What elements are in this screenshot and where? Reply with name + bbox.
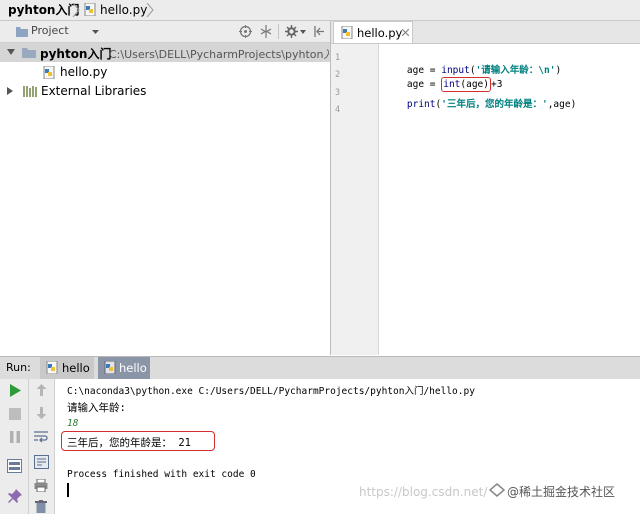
run-toolbar-secondary — [29, 379, 55, 514]
editor-tab-label: hello.py — [357, 26, 403, 40]
run-tab-1[interactable]: hello — [40, 357, 94, 379]
console-output-result: 三年后，您的年龄是： 21 — [67, 437, 191, 449]
run-toolbar-primary — [0, 379, 29, 514]
tree-root-path: C:\Users\DELL\PycharmProjects\pyhton入门 — [109, 48, 329, 61]
pin-icon[interactable] — [8, 489, 22, 503]
watermark-brand: @稀土掘金技术社区 — [507, 485, 616, 499]
folder-icon — [22, 48, 36, 58]
trash-icon[interactable] — [35, 500, 47, 513]
code-token-function: print — [406, 99, 436, 110]
console-exit-message: Process finished with exit code 0 — [67, 469, 256, 480]
python-file-icon — [84, 3, 96, 16]
library-icon — [23, 86, 37, 97]
line-number-gutter: 1 2 3 4 — [331, 44, 379, 355]
run-label: Run: — [6, 361, 31, 374]
brand-logo-icon — [489, 483, 505, 497]
code-editor[interactable]: age = input('请输入年龄：\n') age = int(age) +3… — [379, 44, 640, 355]
navigation-bar: pyhton入门 hello.py — [0, 0, 640, 21]
chevron-right-icon — [146, 3, 154, 17]
watermark-url: https://blog.csdn.net/ — [359, 485, 488, 499]
stop-icon[interactable] — [9, 408, 21, 420]
arrow-down-icon[interactable] — [36, 407, 47, 419]
run-console[interactable]: C:\naconda3\python.exe C:/Users/DELL/Pyc… — [55, 379, 640, 514]
run-panel-header: Run: hello hello — [0, 356, 640, 380]
line-number: 4 — [335, 105, 341, 115]
code-line-3: print('三年后，您的年龄是：',age) — [384, 85, 576, 121]
python-file-icon — [341, 26, 353, 39]
python-file-icon — [43, 66, 55, 79]
tree-external-libraries-label: External Libraries — [41, 84, 147, 98]
python-file-icon — [104, 361, 116, 374]
python-file-icon — [46, 361, 58, 374]
close-icon[interactable] — [402, 29, 409, 36]
line-number: 3 — [335, 88, 341, 98]
tree-row-external-libraries[interactable]: External Libraries — [0, 82, 330, 101]
tree-file-name: hello.py — [60, 65, 108, 79]
console-command-line: C:\naconda3\python.exe C:/Users/DELL/Pyc… — [67, 386, 475, 397]
layout-icon[interactable] — [7, 459, 22, 473]
run-tab-2-active[interactable]: hello — [98, 357, 150, 379]
gear-icon[interactable] — [285, 25, 298, 38]
pause-icon[interactable] — [9, 431, 21, 443]
toolbar-divider — [278, 24, 279, 39]
editor-tab-hello-py[interactable]: hello.py — [333, 21, 413, 43]
project-tree: pyhton入门 C:\Users\DELL\PycharmProjects\p… — [0, 43, 330, 354]
breadcrumb-file[interactable]: hello.py — [100, 0, 147, 20]
code-token: ,age) — [547, 99, 577, 110]
scroll-from-source-icon[interactable] — [239, 25, 252, 38]
console-prompt: 请输入年龄: — [67, 402, 126, 414]
print-icon[interactable] — [34, 479, 48, 492]
code-token-string: '三年后，您的年龄是：' — [441, 99, 548, 110]
rerun-icon[interactable] — [9, 384, 21, 397]
tree-root-name: pyhton入门 — [40, 47, 112, 61]
tree-row-root[interactable]: pyhton入门 C:\Users\DELL\PycharmProjects\p… — [0, 43, 330, 62]
text-cursor — [67, 483, 69, 497]
run-tab-label: hello — [119, 361, 147, 375]
arrow-up-icon[interactable] — [36, 384, 47, 396]
chevron-right-icon — [72, 3, 80, 17]
scroll-to-end-icon[interactable] — [34, 455, 49, 469]
breadcrumb-project[interactable]: pyhton入门 — [8, 0, 79, 20]
dropdown-arrow-icon[interactable] — [300, 30, 306, 34]
collapse-all-icon[interactable] — [260, 25, 272, 38]
collapsed-arrow-icon[interactable] — [7, 87, 13, 95]
project-panel-header: Project — [0, 21, 330, 43]
project-view-label[interactable]: Project — [31, 24, 69, 37]
editor-tab-bar: hello.py — [331, 21, 640, 44]
line-number: 1 — [335, 53, 341, 63]
expand-arrow-icon[interactable] — [7, 49, 15, 55]
code-token: ) — [555, 65, 562, 76]
dropdown-arrow-icon[interactable] — [92, 30, 99, 34]
project-folder-icon — [16, 27, 28, 37]
run-tab-label: hello — [62, 361, 90, 375]
console-user-input: 18 — [67, 418, 79, 429]
tree-row-file[interactable]: hello.py — [0, 63, 330, 82]
soft-wrap-icon[interactable] — [34, 430, 48, 443]
hide-panel-icon[interactable] — [313, 25, 325, 38]
line-number: 2 — [335, 70, 341, 80]
